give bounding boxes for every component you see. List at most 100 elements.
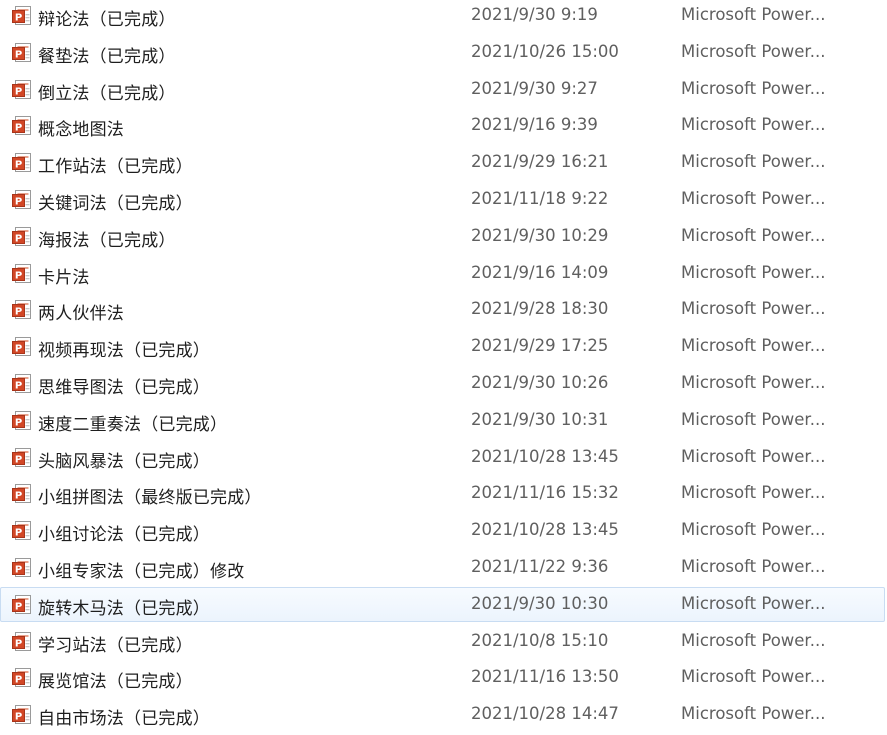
file-type: Microsoft Power... [681,409,826,429]
file-row[interactable]: P 概念地图法 2021/9/16 9:39 Microsoft Power... [0,108,885,143]
file-row[interactable]: P 自由市场法（已完成） 2021/10/28 14:47 Microsoft Pow… [0,697,885,732]
file-type: Microsoft Power... [681,262,826,282]
svg-text:P: P [15,344,22,355]
file-date-modified: 2021/9/30 10:29 [471,225,609,245]
file-type: Microsoft Power... [681,336,826,356]
powerpoint-file-icon: P [12,374,32,394]
svg-text:P: P [15,307,22,318]
file-name: 关键词法（已完成） [38,194,193,214]
powerpoint-file-icon: P [12,521,32,541]
file-type: Microsoft Power... [681,483,826,503]
file-name: 自由市场法（已完成） [38,709,210,730]
powerpoint-file-icon: P [12,42,32,63]
powerpoint-file-icon: P [12,668,32,688]
file-type: Microsoft Power... [681,115,826,135]
file-row[interactable]: P 海报法（已完成） 2021/9/30 10:29 Microsoft Power.… [0,219,885,254]
svg-text:P: P [15,197,22,208]
svg-text:P: P [15,270,22,281]
file-name: 思维导图法（已完成） [38,378,210,398]
file-name: 速度二重奏法（已完成） [38,414,228,435]
svg-text:P: P [15,49,22,60]
powerpoint-file-icon: P [12,226,32,247]
file-type: Microsoft Power... [681,78,826,98]
powerpoint-file-icon: P [12,153,32,173]
file-name: 概念地图法 [38,120,124,141]
file-row[interactable]: P 两人伙伴法 2021/9/28 18:30 Microsoft Power... [0,292,885,327]
file-type: Microsoft Power... [681,225,826,245]
file-name: 工作站法（已完成） [38,157,193,178]
file-date-modified: 2021/10/26 15:00 [471,41,619,61]
file-date-modified: 2021/10/8 15:10 [471,630,609,650]
file-type: Microsoft Power... [681,557,826,576]
svg-text:P: P [15,491,22,502]
file-row[interactable]: P 速度二重奏法（已完成） 2021/9/30 10:31 Microsoft Pow… [0,403,885,438]
file-date-modified: 2021/9/16 14:09 [471,262,609,282]
powerpoint-file-icon: P [12,447,32,468]
svg-text:P: P [15,86,22,97]
file-row[interactable]: P 思维导图法（已完成） 2021/9/30 10:26 Microsoft Powe… [0,366,885,401]
svg-text:P: P [15,417,22,428]
file-row[interactable]: P 头脑风暴法（已完成） 2021/10/28 13:45 Microsoft Pow… [0,440,885,475]
file-name: 倒立法（已完成） [38,83,176,104]
file-row[interactable]: P 旋转木马法（已完成） 2021/9/30 10:30 Microsoft Powe… [0,586,885,622]
file-row[interactable]: P 学习站法（已完成） 2021/10/8 15:10 Microsoft Power… [0,624,885,659]
powerpoint-file-icon: P [12,116,32,136]
file-row[interactable]: P 工作站法（已完成） 2021/9/29 16:21 Microsoft Power… [0,145,885,180]
powerpoint-file-icon: P [12,631,32,652]
file-type: Microsoft Power... [681,630,826,650]
file-row[interactable]: P 倒立法（已完成） 2021/9/30 9:27 Microsoft Power..… [0,72,885,107]
file-name: 两人伙伴法 [38,304,124,325]
file-row[interactable]: P 餐垫法（已完成） 2021/10/26 15:00 Microsoft Power… [0,35,885,70]
file-date-modified: 2021/9/28 18:30 [471,299,609,319]
file-date-modified: 2021/9/29 16:21 [471,152,609,172]
powerpoint-file-icon: P [12,594,32,615]
file-type: Microsoft Power... [681,5,826,24]
file-date-modified: 2021/11/18 9:22 [471,189,609,208]
file-date-modified: 2021/11/16 13:50 [471,667,619,687]
powerpoint-file-icon: P [12,300,32,320]
powerpoint-file-icon: P [12,558,32,578]
file-name: 小组拼图法（最终版已完成） [38,488,262,509]
file-date-modified: 2021/9/30 10:31 [471,409,609,429]
file-name: 小组专家法（已完成）修改 [38,562,245,582]
file-row[interactable]: P 卡片法 2021/9/16 14:09 Microsoft Power... [0,256,885,291]
file-row[interactable]: P 关键词法（已完成） 2021/11/18 9:22 Microsoft Power… [0,182,885,217]
file-date-modified: 2021/9/16 9:39 [471,115,598,135]
file-row[interactable]: P 小组专家法（已完成）修改 2021/11/22 9:36 Microsoft Po… [0,550,885,585]
file-date-modified: 2021/10/28 13:45 [471,446,619,466]
file-type: Microsoft Power... [681,446,826,466]
file-row[interactable]: P 视频再现法（已完成） 2021/9/29 17:25 Microsoft Powe… [0,329,885,364]
file-type: Microsoft Power... [681,593,826,613]
svg-text:P: P [15,712,22,723]
file-name: 海报法（已完成） [38,230,176,251]
file-row[interactable]: P 小组拼图法（最终版已完成） 2021/11/16 15:32 Microsoft … [0,476,885,511]
svg-text:P: P [15,638,22,649]
svg-text:P: P [15,123,22,134]
file-name: 旋转木马法（已完成） [38,598,210,619]
file-type: Microsoft Power... [681,41,826,61]
file-name: 视频再现法（已完成） [38,341,210,362]
powerpoint-file-icon: P [12,337,32,357]
file-type: Microsoft Power... [681,520,826,540]
svg-text:P: P [15,601,22,612]
powerpoint-file-icon: P [12,190,32,210]
svg-text:P: P [15,454,22,465]
svg-text:P: P [15,13,22,24]
svg-text:P: P [15,381,22,392]
file-name: 学习站法（已完成） [38,635,193,656]
file-date-modified: 2021/11/16 15:32 [471,483,619,503]
file-name: 辩论法（已完成） [38,10,176,30]
file-type: Microsoft Power... [681,189,826,208]
file-type: Microsoft Power... [681,152,826,172]
file-name: 头脑风暴法（已完成） [38,451,210,472]
file-row[interactable]: P 小组讨论法（已完成） 2021/10/28 13:45 Microsoft Pow… [0,513,885,548]
file-type: Microsoft Power... [681,373,826,392]
file-type: Microsoft Power... [681,299,826,319]
file-row[interactable]: P 辩论法（已完成） 2021/9/30 9:19 Microsoft Power..… [0,0,885,33]
file-date-modified: 2021/9/29 17:25 [471,336,609,356]
powerpoint-file-icon: P [12,6,32,26]
powerpoint-file-icon: P [12,79,32,100]
powerpoint-file-icon: P [12,263,32,284]
file-row[interactable]: P 展览馆法（已完成） 2021/11/16 13:50 Microsoft Powe… [0,660,885,695]
powerpoint-file-icon: P [12,705,32,725]
